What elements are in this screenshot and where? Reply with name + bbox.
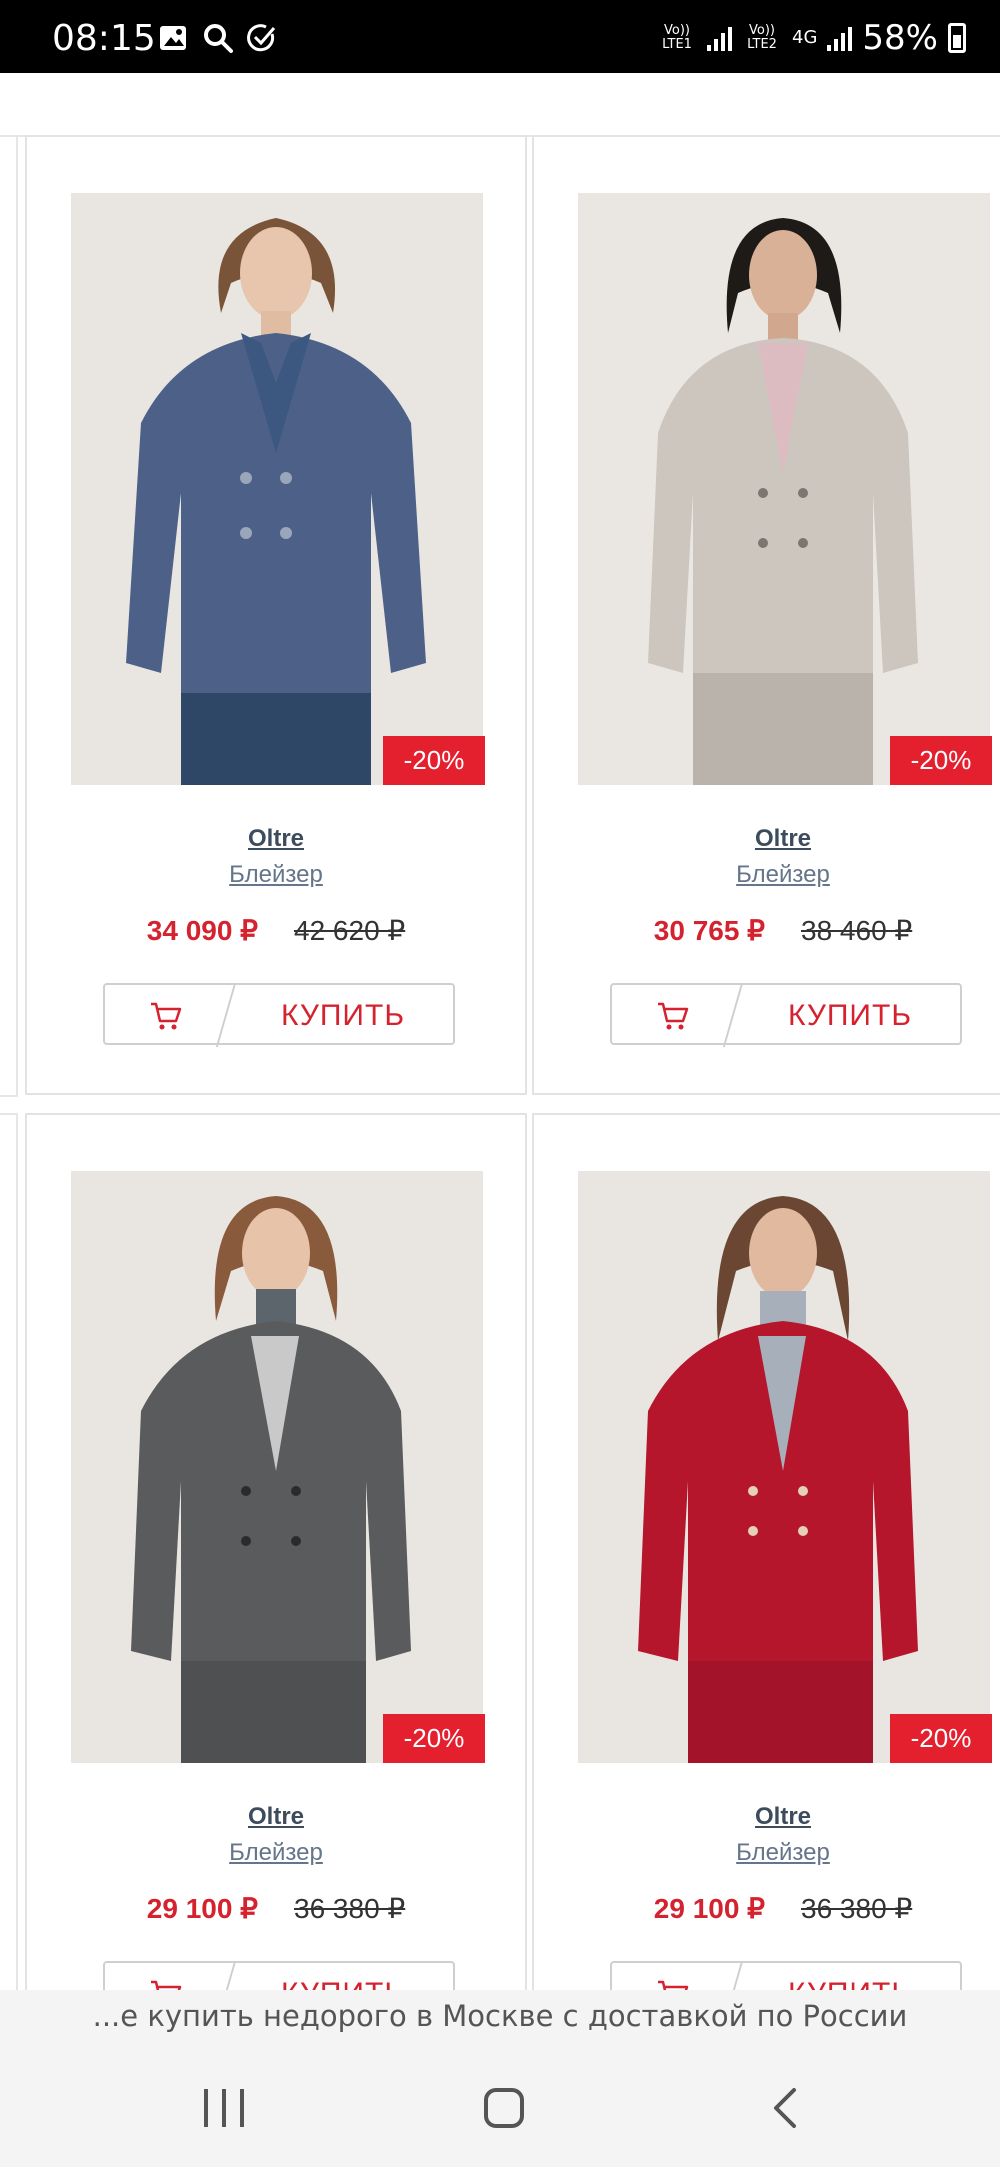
buy-label[interactable]: КУПИТЬ: [281, 1977, 405, 1990]
system-nav-bar: [0, 2042, 1000, 2167]
price-old: 38 460 ₽: [801, 915, 913, 946]
discount-badge: -20%: [383, 736, 485, 785]
price-old: 36 380 ₽: [801, 1893, 913, 1924]
buy-button[interactable]: КУПИТЬ: [103, 1961, 455, 1990]
product-type-link[interactable]: Блейзер: [534, 861, 1000, 889]
search-icon: [202, 22, 234, 54]
battery-percent: 58%: [862, 18, 938, 58]
product-brand-link[interactable]: Oltre: [27, 825, 525, 853]
status-bar: 08:15 Vo)) LTE1 Vo)) LTE2 4G 58%: [0, 0, 1000, 73]
product-grid[interactable]: -20% Oltre Блейзер 34 090 ₽ 42 620 ₽ КУП…: [0, 73, 1000, 1990]
price-old: 36 380 ₽: [294, 1893, 406, 1924]
product-card[interactable]: -20% Oltre Блейзер 29 100 ₽ 36 380 ₽ КУП…: [25, 1113, 527, 1990]
network-type: 4G: [792, 27, 818, 48]
sim2-label: Vo)) LTE2: [747, 23, 777, 52]
partial-card: [0, 135, 18, 1097]
sim1-label: Vo)) LTE1: [662, 23, 692, 52]
price-current: 29 100 ₽: [146, 1893, 258, 1924]
check-circle-icon: [246, 22, 278, 54]
divider: [215, 1961, 237, 1990]
buy-label[interactable]: КУПИТЬ: [788, 999, 912, 1033]
price-current: 29 100 ₽: [653, 1893, 765, 1924]
signal-icon: [707, 25, 733, 51]
page-title-suggestion[interactable]: ...е купить недорого в Москве с доставко…: [0, 1990, 1000, 2042]
price-current: 34 090 ₽: [146, 915, 258, 946]
price-current: 30 765 ₽: [653, 915, 765, 946]
discount-badge: -20%: [383, 1714, 485, 1763]
discount-badge: -20%: [890, 736, 992, 785]
product-brand-link[interactable]: Oltre: [27, 1803, 525, 1831]
home-icon[interactable]: [484, 2088, 524, 2128]
divider: [722, 1961, 744, 1990]
product-image[interactable]: [578, 193, 990, 785]
product-brand-link[interactable]: Oltre: [534, 1803, 1000, 1831]
gallery-icon: [158, 22, 190, 54]
divider: [722, 983, 744, 1047]
cart-icon[interactable]: [656, 1979, 690, 1990]
cart-icon[interactable]: [149, 1979, 183, 1990]
buy-label[interactable]: КУПИТЬ: [281, 999, 405, 1033]
partial-card: [0, 1113, 18, 1990]
discount-badge: -20%: [890, 1714, 992, 1763]
product-card[interactable]: -20% Oltre Блейзер 29 100 ₽ 36 380 ₽ КУП…: [532, 1113, 1000, 1990]
divider: [215, 983, 237, 1047]
product-brand-link[interactable]: Oltre: [534, 825, 1000, 853]
buy-button[interactable]: КУПИТЬ: [610, 1961, 962, 1990]
status-time: 08:15: [52, 18, 156, 59]
product-type-link[interactable]: Блейзер: [27, 1839, 525, 1867]
cart-icon[interactable]: [656, 1001, 690, 1031]
product-type-link[interactable]: Блейзер: [27, 861, 525, 889]
cart-icon[interactable]: [149, 1001, 183, 1031]
product-card[interactable]: -20% Oltre Блейзер 34 090 ₽ 42 620 ₽ КУП…: [25, 135, 527, 1095]
product-image[interactable]: [71, 1171, 483, 1763]
buy-button[interactable]: КУПИТЬ: [610, 983, 962, 1047]
product-card[interactable]: -20% Oltre Блейзер 30 765 ₽ 38 460 ₽ КУП…: [532, 135, 1000, 1095]
back-icon[interactable]: [770, 2088, 800, 2128]
price-old: 42 620 ₽: [294, 915, 406, 946]
product-image[interactable]: [578, 1171, 990, 1763]
product-image[interactable]: [71, 193, 483, 785]
buy-label[interactable]: КУПИТЬ: [788, 1977, 912, 1990]
recents-icon[interactable]: [204, 2089, 244, 2127]
battery-icon: [948, 23, 966, 53]
product-type-link[interactable]: Блейзер: [534, 1839, 1000, 1867]
signal-icon: [827, 25, 853, 51]
buy-button[interactable]: КУПИТЬ: [103, 983, 455, 1047]
